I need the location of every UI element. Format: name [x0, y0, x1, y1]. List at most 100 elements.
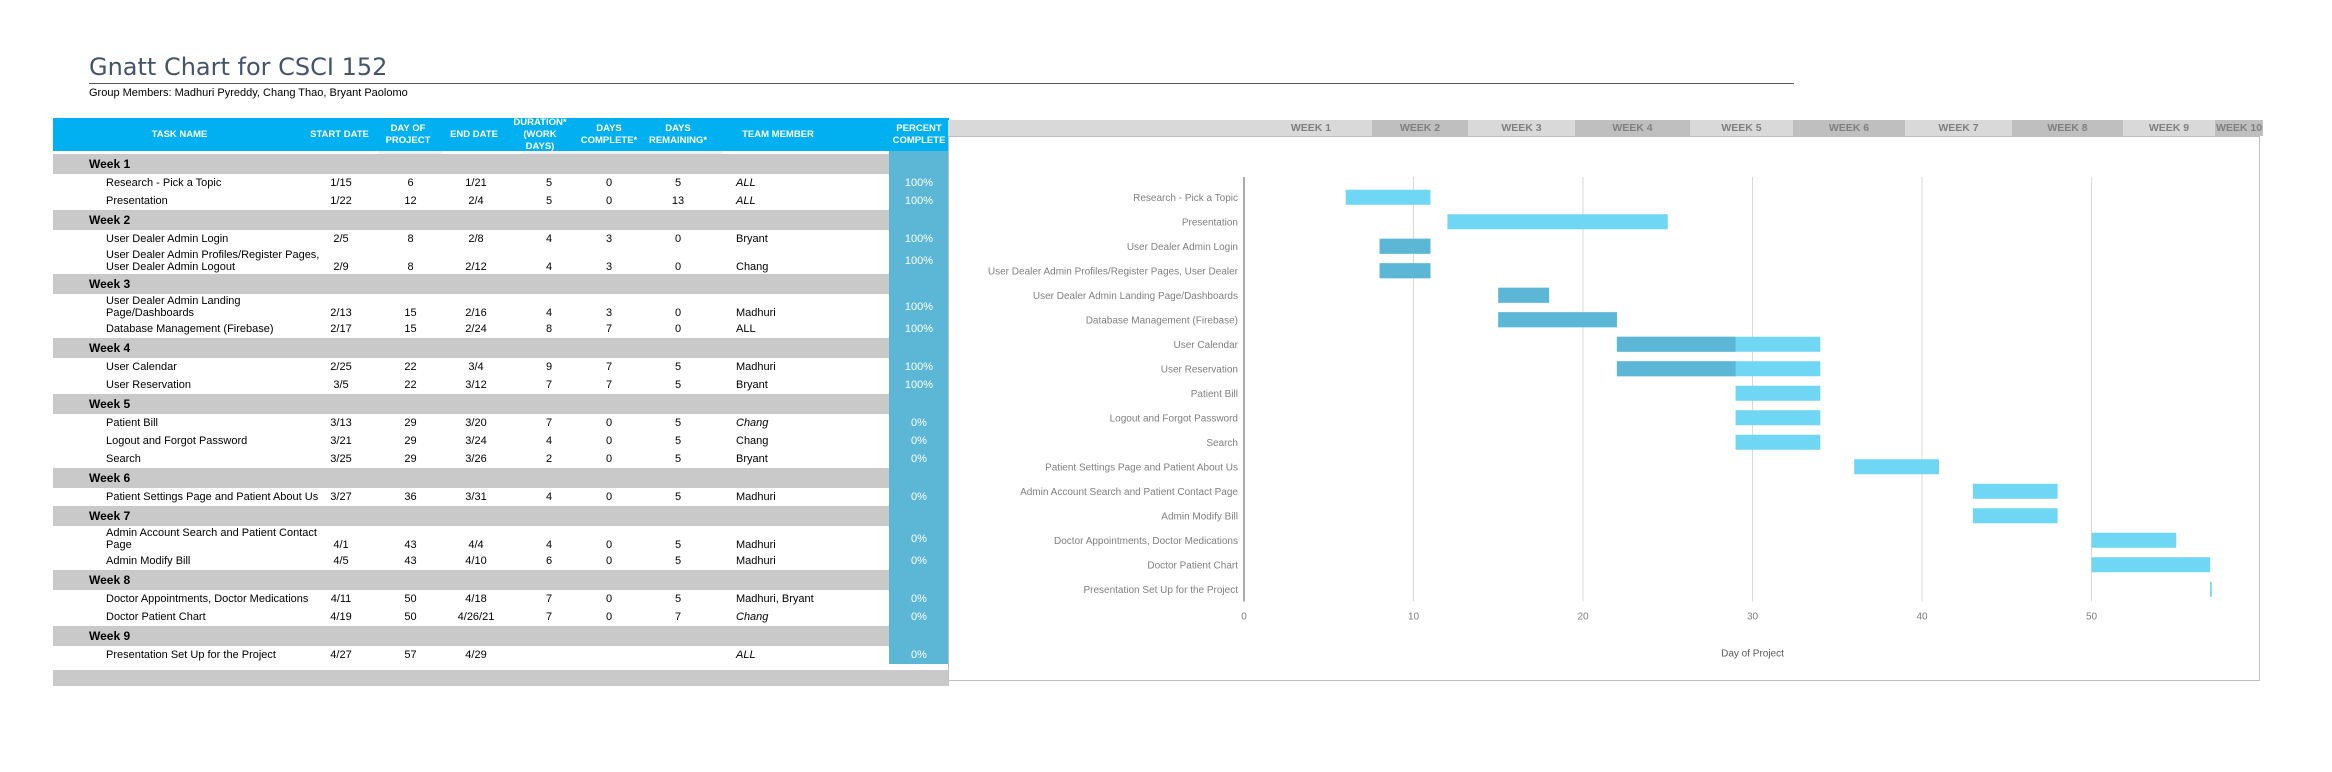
header-duration[interactable]: DURATION* (WORK DAYS) — [505, 117, 575, 152]
cell-day-of-project: 22 — [404, 361, 417, 373]
group-label: Week 4 — [89, 341, 131, 355]
table-row[interactable]: Database Management (Firebase) 2/17 15 2/24… — [53, 320, 949, 338]
cell-days-remaining — [643, 646, 713, 664]
cell-task-name: Research - Pick a Topic — [106, 177, 222, 189]
x-tick-label: 0 — [1241, 612, 1247, 623]
cell-duration: 7 — [545, 593, 553, 605]
gantt-bar-progress — [1616, 361, 1736, 377]
cell-start-date: 4/27 — [330, 649, 352, 661]
header-start-date[interactable]: START DATE — [306, 118, 373, 151]
cell-task-name: Database Management (Firebase) — [106, 323, 274, 335]
header-percent-complete[interactable]: PERCENT COMPLETE — [889, 118, 949, 151]
cell-start-date: 3/13 — [330, 417, 352, 429]
gantt-chart: 0 10 20 30 40 50 Research - Pick a Topic Presen… — [948, 136, 2260, 681]
cell-percent-complete: 100% — [889, 174, 949, 192]
header-end-date[interactable]: END DATE — [443, 118, 505, 151]
cell-task-name: User Calendar — [106, 361, 177, 373]
cell-end-date: 4/18 — [465, 593, 487, 605]
category-label: User Dealer Admin Profiles/Register Page… — [988, 266, 1239, 277]
cell-start-date: 3/21 — [330, 435, 352, 447]
cell-end-date: 3/4 — [468, 361, 484, 373]
group-row[interactable]: Week 2 — [53, 210, 949, 230]
cell-day-of-project: 12 — [404, 195, 417, 207]
table-row[interactable]: Presentation Set Up for the Project 4/27 5… — [53, 646, 949, 664]
cell-days-complete: 7 — [605, 379, 613, 391]
group-row[interactable]: Week 1 — [53, 154, 949, 174]
group-members: Group Members: Madhuri Pyreddy, Chang Th… — [89, 87, 408, 99]
category-label: Database Management (Firebase) — [1086, 315, 1238, 326]
group-row[interactable]: Week 4 — [53, 338, 949, 358]
cell-task-name: Presentation — [106, 195, 168, 207]
category-label: User Reservation — [1161, 364, 1238, 375]
cell-day-of-project: 29 — [404, 453, 417, 465]
group-row[interactable]: Week 7 — [53, 506, 949, 526]
group-row[interactable]: Week 9 — [53, 626, 949, 646]
week-header-6: WEEK 6 — [1793, 120, 1905, 136]
group-row[interactable]: Week 5 — [53, 394, 949, 414]
gantt-bar — [1854, 459, 1939, 475]
cell-duration: 2 — [545, 453, 553, 465]
cell-days-complete: 0 — [605, 417, 613, 429]
cell-start-date: 3/27 — [330, 491, 352, 503]
cell-day-of-project: 50 — [404, 593, 417, 605]
table-row[interactable]: Research - Pick a Topic 1/15 6 1/21 5 0 5 ALL 10… — [53, 174, 949, 192]
header-day-of-project[interactable]: DAY OF PROJECT — [373, 118, 443, 151]
cell-duration: 9 — [545, 361, 553, 373]
table-row[interactable]: User Reservation 3/5 22 3/12 7 7 5 Bryant 100% — [53, 376, 949, 394]
category-label: Logout and Forgot Password — [1110, 413, 1238, 424]
table-row[interactable]: User Dealer Admin Profiles/Register Page… — [53, 248, 949, 274]
table-row[interactable]: User Dealer Admin Landing Page/Dashboard… — [53, 294, 949, 320]
table-row[interactable]: Admin Modify Bill 4/5 43 4/10 6 0 5 Madhuri 0% — [53, 552, 949, 570]
cell-day-of-project: 8 — [407, 233, 414, 245]
header-task-name[interactable]: TASK NAME — [53, 118, 306, 151]
week-header-4: WEEK 4 — [1575, 120, 1690, 136]
cell-percent-complete: 0% — [889, 450, 949, 468]
cell-percent-complete: 100% — [889, 358, 949, 376]
table-row[interactable]: User Dealer Admin Login 2/5 8 2/8 4 3 0 Bryant 1… — [53, 230, 949, 248]
cell-duration: 4 — [545, 307, 553, 319]
category-label: Research - Pick a Topic — [1133, 193, 1238, 204]
gantt-bar — [1345, 189, 1431, 205]
gantt-bar — [2210, 581, 2212, 597]
cell-days-complete: 3 — [605, 307, 613, 319]
table-row[interactable]: Presentation 1/22 12 2/4 5 0 13 ALL 100% — [53, 192, 949, 210]
table-row[interactable]: Search 3/25 29 3/26 2 0 5 Bryant 0% — [53, 450, 949, 468]
header-team-member[interactable]: TEAM MEMBER — [713, 118, 843, 151]
cell-day-of-project: 22 — [404, 379, 417, 391]
header-days-complete[interactable]: DAYS COMPLETE* — [575, 118, 643, 151]
table-row[interactable]: Patient Settings Page and Patient About … — [53, 488, 949, 506]
title-divider — [89, 83, 1794, 84]
cell-team-member: ALL — [736, 195, 756, 207]
cell-days-complete: 3 — [605, 261, 613, 273]
cell-task-name: Admin Modify Bill — [106, 555, 191, 567]
group-row[interactable]: Week 6 — [53, 468, 949, 488]
gantt-bar — [1972, 483, 2058, 499]
cell-days-remaining: 0 — [674, 261, 682, 273]
cell-task-name: Doctor Patient Chart — [106, 611, 206, 623]
table-row[interactable]: Logout and Forgot Password 3/21 29 3/24 4 0 5 C… — [53, 432, 949, 450]
week-header-7: WEEK 7 — [1905, 120, 2012, 136]
x-tick-label: 20 — [1577, 612, 1589, 623]
cell-day-of-project: 43 — [404, 539, 417, 551]
gantt-bar-progress — [1498, 287, 1550, 303]
cell-end-date: 4/26/21 — [457, 611, 495, 623]
cell-days-complete: 7 — [605, 323, 613, 335]
table-row[interactable]: Doctor Patient Chart 4/19 50 4/26/21 7 0 7 Chan… — [53, 608, 949, 626]
group-label: Week 2 — [89, 213, 131, 227]
cell-task-name: Presentation Set Up for the Project — [106, 649, 276, 661]
category-label: Search — [1206, 438, 1238, 449]
table-row[interactable]: Doctor Appointments, Doctor Medications 4… — [53, 590, 949, 608]
group-label: Week 7 — [89, 509, 131, 523]
cell-percent-complete: 100% — [889, 192, 949, 210]
table-row[interactable]: User Calendar 2/25 22 3/4 9 7 5 Madhuri 100% — [53, 358, 949, 376]
table-row[interactable]: Patient Bill 3/13 29 3/20 7 0 5 Chang 0% — [53, 414, 949, 432]
header-days-remaining[interactable]: DAYS REMAINING* — [643, 118, 713, 151]
table-row[interactable]: Admin Account Search and Patient Contact… — [53, 526, 949, 552]
cell-days-remaining: 5 — [674, 177, 682, 189]
cell-end-date: 2/8 — [468, 233, 484, 245]
group-row[interactable]: Week 3 — [53, 274, 949, 294]
cell-task-name: Logout and Forgot Password — [106, 435, 248, 447]
category-label: Admin Modify Bill — [1161, 511, 1238, 522]
cell-team-member: ALL — [736, 649, 756, 661]
group-row[interactable]: Week 8 — [53, 570, 949, 590]
